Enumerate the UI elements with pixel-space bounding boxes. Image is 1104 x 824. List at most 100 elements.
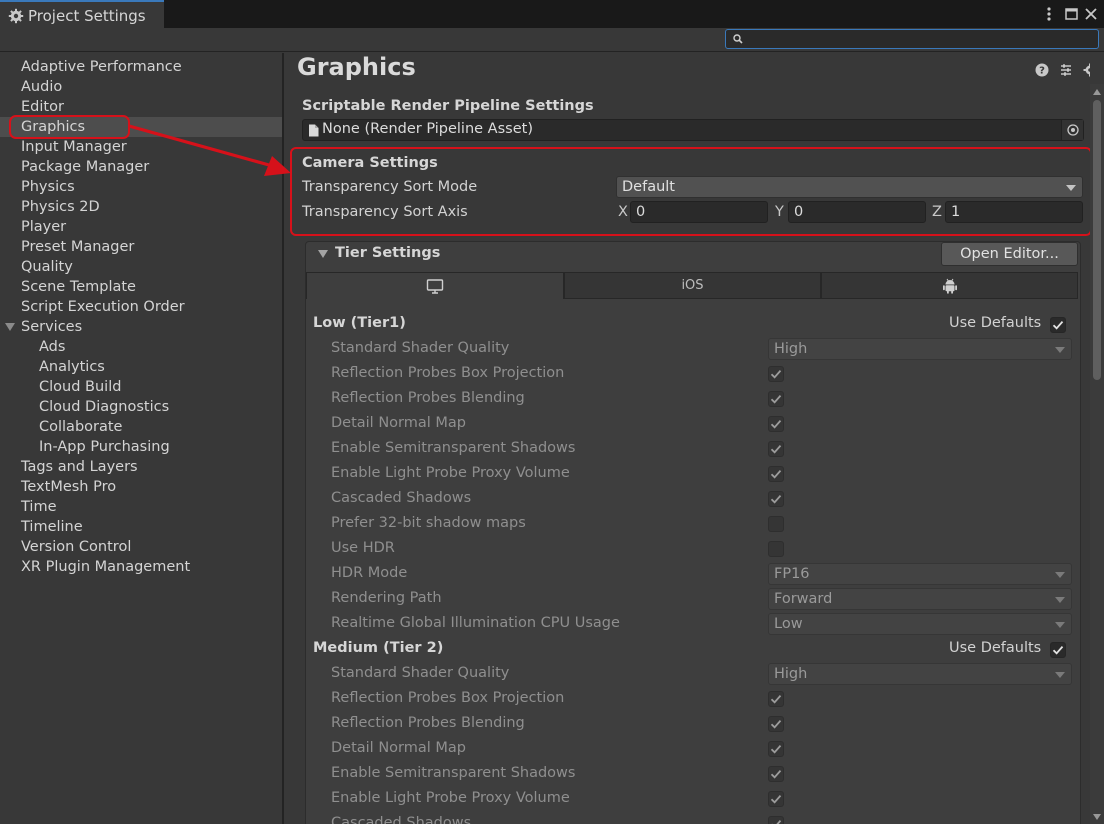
sidebar-item-in-app-purchasing[interactable]: In-App Purchasing — [0, 437, 282, 457]
tier-setting-dropdown[interactable]: Low — [768, 613, 1072, 635]
tier-setting-checkbox[interactable] — [768, 541, 784, 557]
sidebar-item-analytics[interactable]: Analytics — [0, 357, 282, 377]
use-defaults-checkbox[interactable] — [1050, 642, 1066, 658]
tier-setting-checkbox[interactable] — [768, 391, 784, 407]
tier-setting-label: Detail Normal Map — [331, 740, 466, 756]
tier-setting-checkbox[interactable] — [768, 766, 784, 782]
settings-icon[interactable] — [1083, 63, 1090, 77]
tier-setting-checkbox[interactable] — [768, 716, 784, 732]
search-input[interactable] — [746, 30, 1096, 48]
tab-standalone[interactable] — [306, 272, 564, 299]
close-icon[interactable] — [1081, 4, 1101, 24]
tier-setting-dropdown[interactable]: Forward — [768, 588, 1072, 610]
sidebar-item-editor[interactable]: Editor — [0, 97, 282, 117]
tier-setting-checkbox[interactable] — [768, 441, 784, 457]
scroll-down-icon[interactable] — [1093, 814, 1101, 820]
tier-setting-value: High — [774, 341, 808, 357]
scroll-up-icon[interactable] — [1093, 89, 1101, 95]
camera-settings-highlight — [290, 147, 1090, 236]
vertical-scrollbar[interactable] — [1090, 84, 1104, 824]
chevron-down-icon — [1055, 622, 1065, 628]
gear-icon — [8, 8, 24, 23]
sidebar-item-label: Collaborate — [39, 419, 123, 435]
tier-setting-label: Realtime Global Illumination CPU Usage — [331, 615, 620, 631]
sidebar-item-services[interactable]: Services — [0, 317, 282, 337]
tier-setting-label: Use HDR — [331, 540, 395, 556]
sidebar-item-textmesh-pro[interactable]: TextMesh Pro — [0, 477, 282, 497]
tier-setting-label: Enable Semitransparent Shadows — [331, 440, 576, 456]
more-options-icon[interactable] — [1039, 4, 1059, 24]
tier-setting-value: High — [774, 666, 808, 682]
tier-setting-label: Enable Light Probe Proxy Volume — [331, 465, 570, 481]
page-title: Graphics — [297, 53, 416, 81]
sidebar-item-quality[interactable]: Quality — [0, 257, 282, 277]
sidebar-item-preset-manager[interactable]: Preset Manager — [0, 237, 282, 257]
tier-setting-label: Rendering Path — [331, 590, 442, 606]
sidebar-item-label: In-App Purchasing — [39, 439, 170, 455]
sidebar-item-label: Player — [21, 219, 67, 235]
tab-ios[interactable]: iOS — [564, 272, 821, 299]
maximize-icon[interactable] — [1061, 4, 1081, 24]
sidebar-item-cloud-build[interactable]: Cloud Build — [0, 377, 282, 397]
use-defaults-checkbox[interactable] — [1050, 317, 1066, 333]
open-editor-button[interactable]: Open Editor... — [941, 242, 1078, 266]
svg-text:?: ? — [1039, 66, 1045, 77]
help-icon[interactable]: ? — [1035, 63, 1049, 77]
tab-android[interactable] — [821, 272, 1078, 299]
sidebar-item-physics-2d[interactable]: Physics 2D — [0, 197, 282, 217]
scrollbar-thumb[interactable] — [1093, 100, 1101, 380]
search-field[interactable] — [725, 29, 1099, 49]
render-pipeline-asset-value: None (Render Pipeline Asset) — [322, 121, 533, 137]
tier-setting-checkbox[interactable] — [768, 366, 784, 382]
tier-setting-dropdown[interactable]: High — [768, 338, 1072, 360]
sidebar-item-physics[interactable]: Physics — [0, 177, 282, 197]
tier-setting-dropdown[interactable]: High — [768, 663, 1072, 685]
sidebar-item-player[interactable]: Player — [0, 217, 282, 237]
sidebar-item-scene-template[interactable]: Scene Template — [0, 277, 282, 297]
foldout-arrow-icon[interactable] — [318, 250, 328, 258]
sidebar-item-cloud-diagnostics[interactable]: Cloud Diagnostics — [0, 397, 282, 417]
sidebar-item-collaborate[interactable]: Collaborate — [0, 417, 282, 437]
tier-setting-label: Prefer 32-bit shadow maps — [331, 515, 526, 531]
tier-setting-label: HDR Mode — [331, 565, 408, 581]
sidebar-item-audio[interactable]: Audio — [0, 77, 282, 97]
sidebar-item-label: Input Manager — [21, 139, 127, 155]
window-tab[interactable]: Project Settings — [0, 0, 164, 29]
file-icon — [309, 124, 319, 137]
sidebar-item-ads[interactable]: Ads — [0, 337, 282, 357]
tier-setting-checkbox[interactable] — [768, 691, 784, 707]
srp-heading: Scriptable Render Pipeline Settings — [302, 98, 594, 114]
tier-setting-checkbox[interactable] — [768, 741, 784, 757]
tier-setting-checkbox[interactable] — [768, 791, 784, 807]
sidebar-item-timeline[interactable]: Timeline — [0, 517, 282, 537]
tier-setting-value: FP16 — [774, 566, 810, 582]
tier-setting-checkbox[interactable] — [768, 491, 784, 507]
sidebar-item-label: Version Control — [21, 539, 132, 555]
preset-icon[interactable] — [1059, 63, 1073, 77]
tier-setting-checkbox[interactable] — [768, 416, 784, 432]
tier-setting-dropdown[interactable]: FP16 — [768, 563, 1072, 585]
sidebar-item-label: Adaptive Performance — [21, 59, 182, 75]
object-picker-button[interactable] — [1061, 120, 1083, 140]
sidebar-item-tags-and-layers[interactable]: Tags and Layers — [0, 457, 282, 477]
use-defaults-label: Use Defaults — [949, 640, 1042, 656]
expand-arrow-icon[interactable] — [5, 323, 15, 331]
tier-title: Low (Tier1) — [313, 315, 406, 331]
chevron-down-icon — [1055, 672, 1065, 678]
sidebar-item-label: Physics — [21, 179, 75, 195]
sidebar-item-label: Time — [21, 499, 57, 515]
tier-setting-label: Detail Normal Map — [331, 415, 466, 431]
tier-setting-label: Standard Shader Quality — [331, 665, 510, 681]
sidebar-item-adaptive-performance[interactable]: Adaptive Performance — [0, 57, 282, 77]
tier-setting-checkbox[interactable] — [768, 516, 784, 532]
tier-setting-checkbox[interactable] — [768, 466, 784, 482]
sidebar-item-label: Editor — [21, 99, 64, 115]
sidebar-item-xr-plugin-management[interactable]: XR Plugin Management — [0, 557, 282, 577]
sidebar-item-version-control[interactable]: Version Control — [0, 537, 282, 557]
sidebar-item-script-execution-order[interactable]: Script Execution Order — [0, 297, 282, 317]
sidebar-item-time[interactable]: Time — [0, 497, 282, 517]
sidebar-item-label: Ads — [39, 339, 66, 355]
tier-setting-checkbox[interactable] — [768, 816, 784, 824]
render-pipeline-asset-field[interactable]: None (Render Pipeline Asset) — [302, 119, 1084, 141]
graphics-highlight — [9, 115, 130, 139]
